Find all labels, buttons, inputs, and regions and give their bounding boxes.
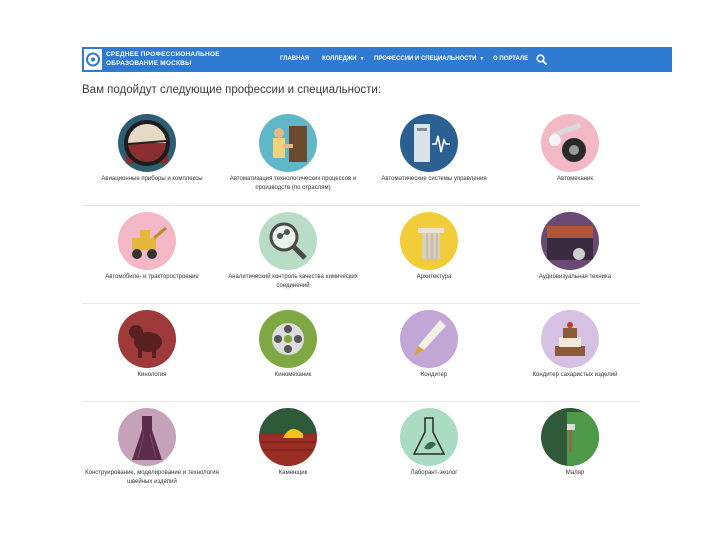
profession-label: Авиационные приборы и комплексы — [101, 176, 203, 182]
nav-about-label: О ПОРТАЛЕ — [493, 56, 529, 62]
nav-home-label: ГЛАВНАЯ — [280, 56, 310, 62]
technician-icon — [259, 114, 317, 172]
profession-label: Автомеханик — [557, 176, 593, 182]
film-reel-icon — [259, 310, 317, 368]
control-system-icon — [400, 114, 458, 172]
professions-grid: Авиационные приборы и комплексы Автомати… — [82, 108, 640, 499]
profession-label: Аудиовизуальная техника — [538, 274, 612, 280]
profession-label: Кинология — [137, 372, 167, 378]
profession-label: Автоматические системы управления — [381, 176, 487, 182]
stage-icon — [541, 212, 599, 270]
flask-leaf-icon — [400, 408, 458, 466]
profession-label: Аналитический контроль качества химическ… — [228, 274, 358, 289]
nav-colleges[interactable]: КОЛЛЕДЖИ ▼ — [322, 47, 365, 72]
profession-label: Кондитер сахаристых изделий — [532, 372, 618, 378]
logo-line-1: СРЕДНЕЕ ПРОФЕССИОНАЛЬНОЕ — [106, 51, 220, 58]
portal-logo-icon[interactable] — [84, 49, 102, 70]
portal-logo-text[interactable]: СРЕДНЕЕ ПРОФЕССИОНАЛЬНОЕ ОБРАЗОВАНИЕ МОС… — [106, 50, 220, 68]
profession-label: Автоматизация технологических процессов … — [229, 176, 357, 191]
profession-label: Конструирование, моделирование и техноло… — [85, 470, 219, 485]
profession-label: Лаборант-эколог — [410, 470, 458, 476]
chevron-down-icon: ▼ — [479, 56, 485, 62]
nav-colleges-label: КОЛЛЕДЖИ — [322, 56, 357, 62]
nav-professions-label: ПРОФЕССИИ И СПЕЦИАЛЬНОСТИ — [374, 56, 477, 62]
brick-helmet-icon — [259, 408, 317, 466]
page-title: Вам подойдут следующие профессии и специ… — [82, 84, 382, 96]
dress-icon — [118, 408, 176, 466]
professions-row: Автомобиле- и тракторостроение Аналитиче… — [82, 206, 640, 304]
excavator-icon — [118, 212, 176, 270]
site-header: СРЕДНЕЕ ПРОФЕССИОНАЛЬНОЕ ОБРАЗОВАНИЕ МОС… — [82, 47, 672, 72]
search-icon[interactable] — [536, 54, 547, 65]
wrench-tire-icon — [541, 114, 599, 172]
pastry-bag-icon — [400, 310, 458, 368]
paint-roller-icon — [541, 408, 599, 466]
nav-home[interactable]: ГЛАВНАЯ — [280, 47, 309, 72]
profession-label: Киномеханик — [274, 372, 312, 378]
professions-row: Авиационные приборы и комплексы Автомати… — [82, 108, 640, 206]
magnifier-molecule-icon — [259, 212, 317, 270]
professions-row: Конструирование, моделирование и техноло… — [82, 402, 640, 499]
aviation-instrument-icon — [118, 114, 176, 172]
profession-label: Автомобиле- и тракторостроение — [105, 274, 199, 280]
cake-icon — [541, 310, 599, 368]
dog-icon — [118, 310, 176, 368]
nav-about[interactable]: О ПОРТАЛЕ — [493, 47, 528, 72]
profession-label: Кондитер — [420, 372, 448, 378]
logo-line-2: ОБРАЗОВАНИЕ МОСКВЫ — [106, 60, 192, 67]
profession-label: Архитектура — [416, 274, 452, 280]
column-icon — [400, 212, 458, 270]
chevron-down-icon: ▼ — [359, 56, 365, 62]
nav-professions[interactable]: ПРОФЕССИИ И СПЕЦИАЛЬНОСТИ ▼ — [374, 47, 484, 72]
profession-label: Маляр — [565, 470, 585, 476]
professions-row: Кинология Киномеханик Кондитер Кондитер … — [82, 304, 640, 402]
profession-label: Каменщик — [278, 470, 308, 476]
